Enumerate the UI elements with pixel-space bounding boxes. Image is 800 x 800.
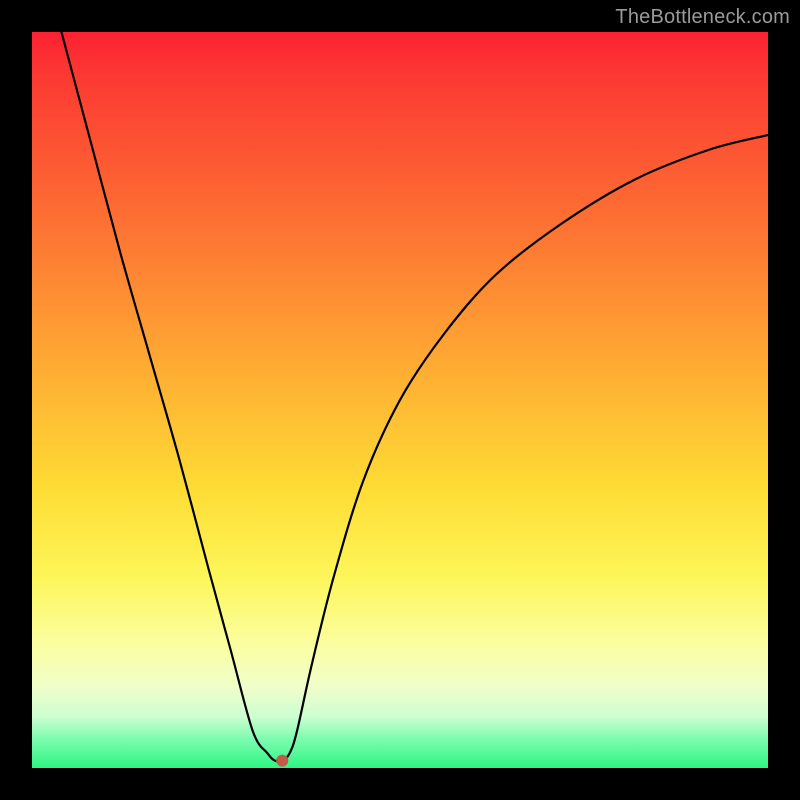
watermark-text: TheBottleneck.com (615, 6, 790, 29)
minimum-marker (276, 755, 288, 767)
chart-frame: TheBottleneck.com (0, 0, 800, 800)
curve-svg (32, 32, 768, 768)
bottleneck-curve (61, 32, 768, 762)
plot-area (32, 32, 768, 768)
